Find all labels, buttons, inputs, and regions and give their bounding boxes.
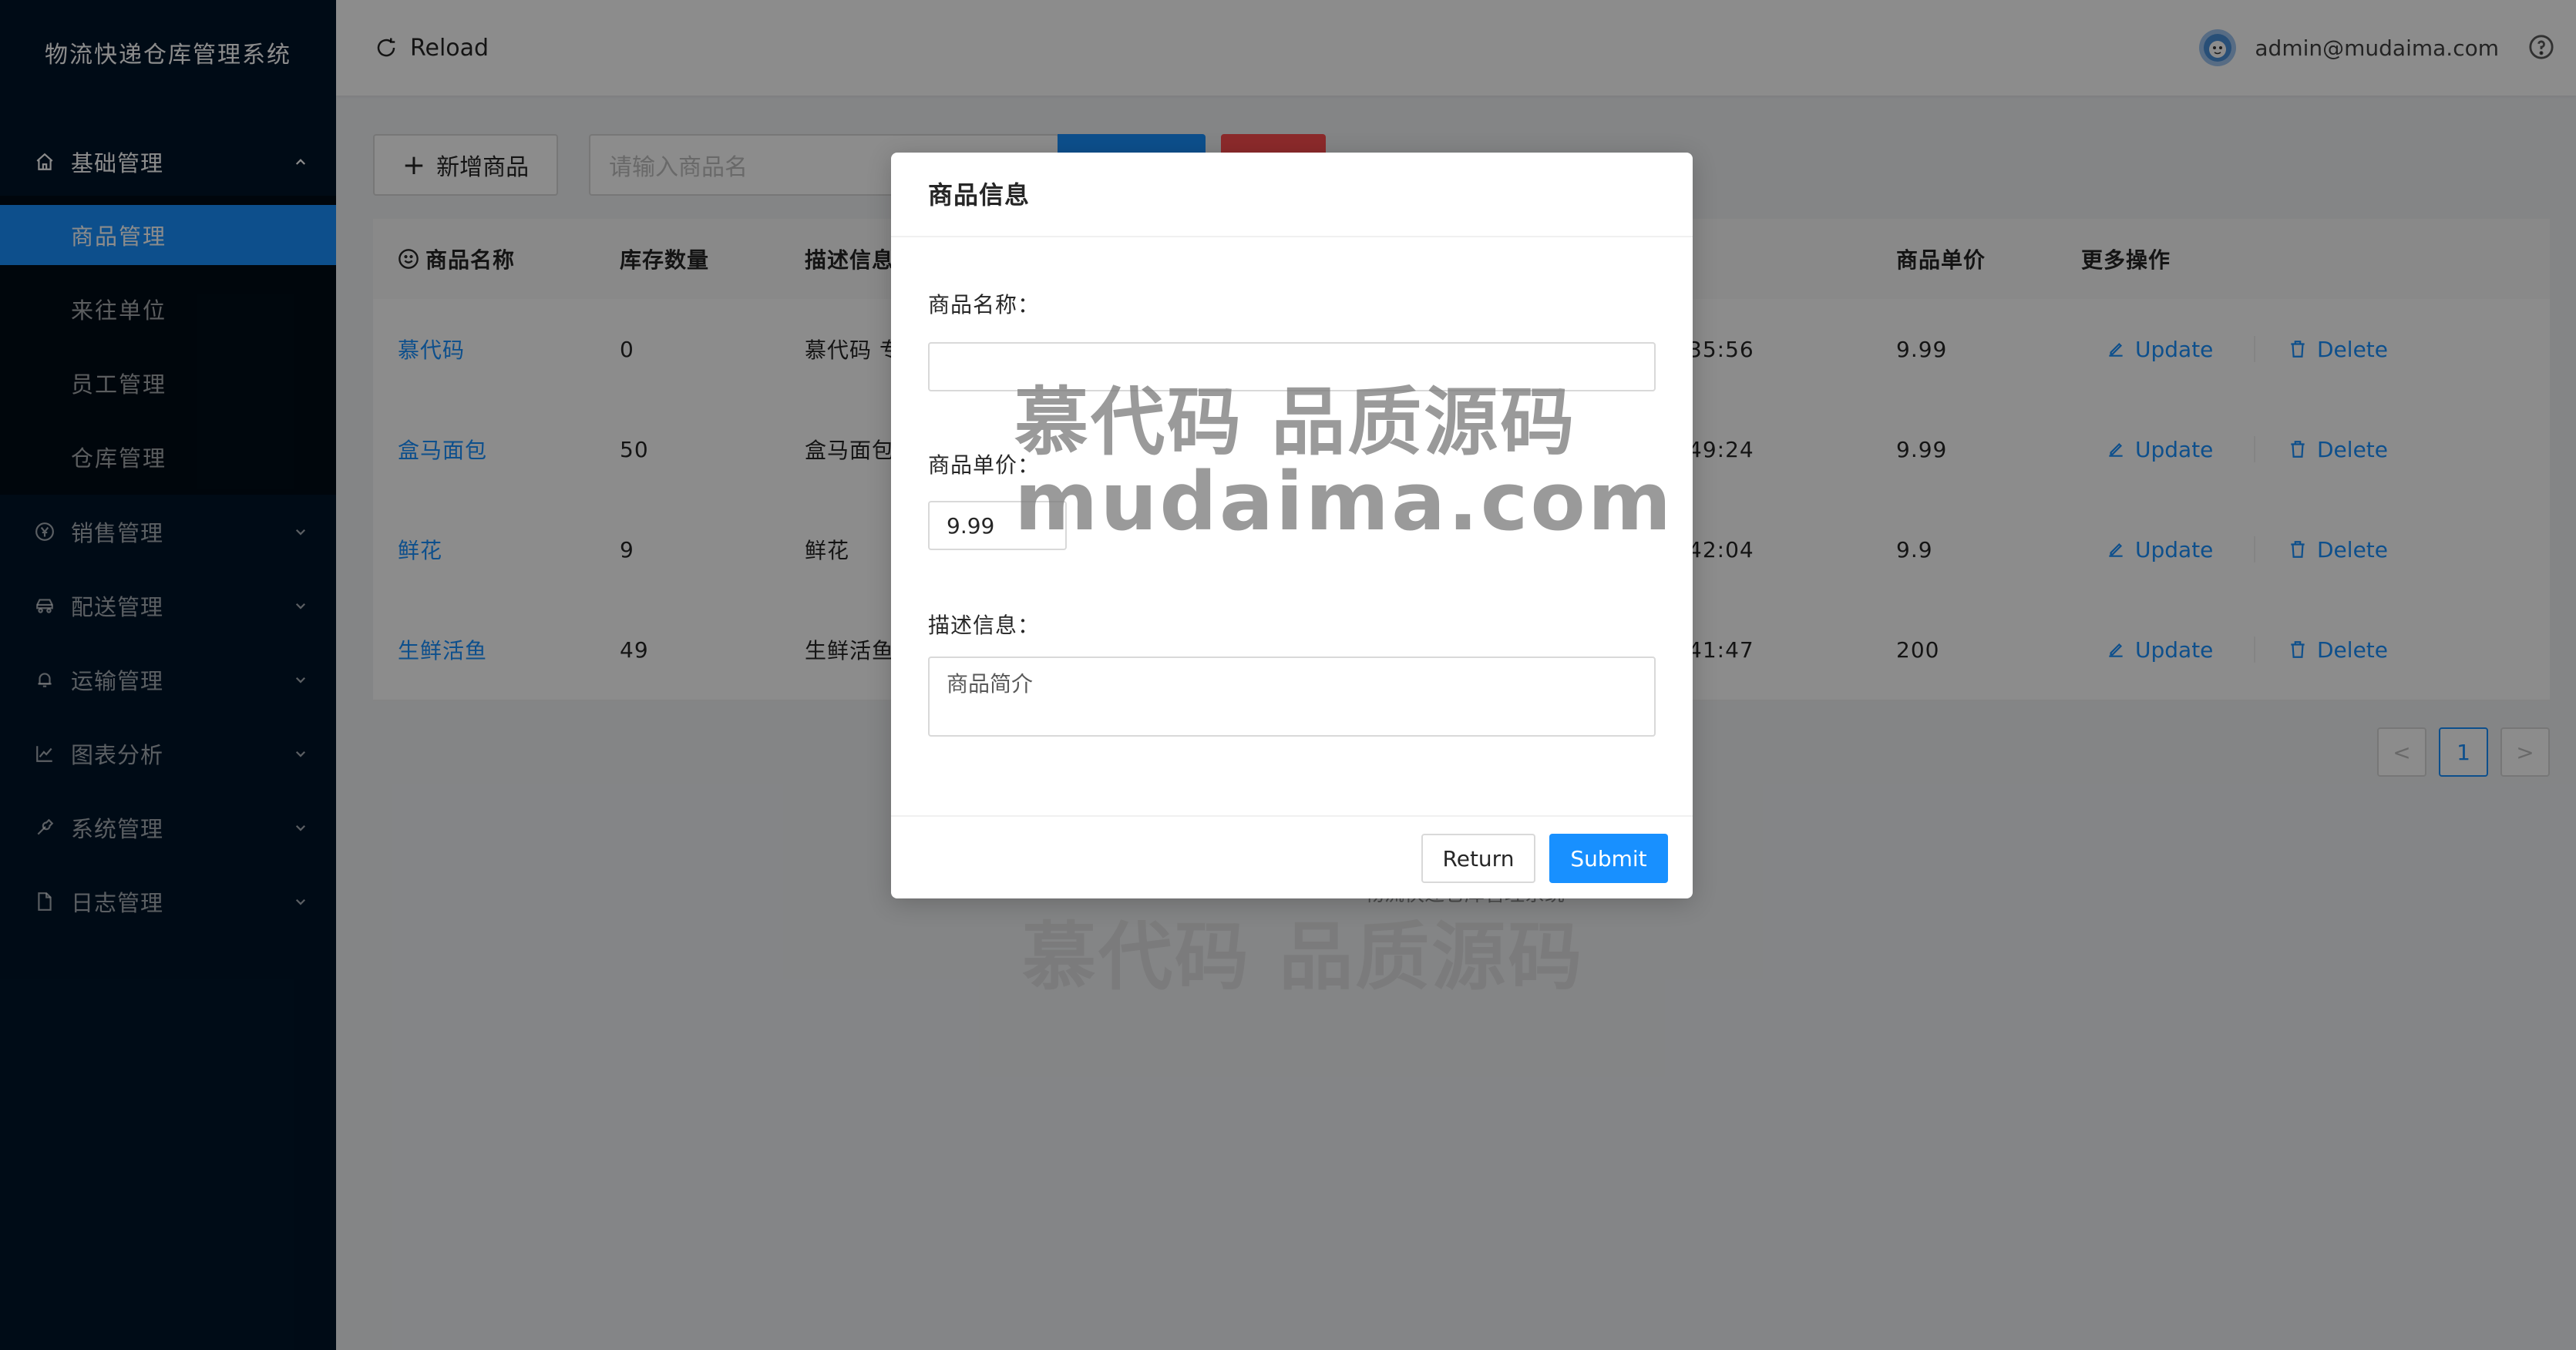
modal-header: 商品信息: [891, 153, 1693, 237]
name-field-label: 商品名称：: [928, 292, 1041, 317]
watermark-text: 慕代码 品质源码: [1014, 379, 1577, 465]
modal-title: 商品信息: [928, 180, 1031, 210]
modal-footer: Return Submit: [891, 815, 1693, 898]
watermark-text: 慕代码 品质源码: [1022, 914, 1585, 1000]
submit-button[interactable]: Submit: [1549, 834, 1668, 883]
product-desc-textarea[interactable]: 商品简介: [928, 657, 1656, 737]
watermark-text: mudaima.com: [1014, 455, 1674, 549]
return-button[interactable]: Return: [1421, 834, 1535, 883]
desc-placeholder: 商品简介: [947, 671, 1034, 697]
desc-field-label: 描述信息：: [928, 613, 1041, 638]
